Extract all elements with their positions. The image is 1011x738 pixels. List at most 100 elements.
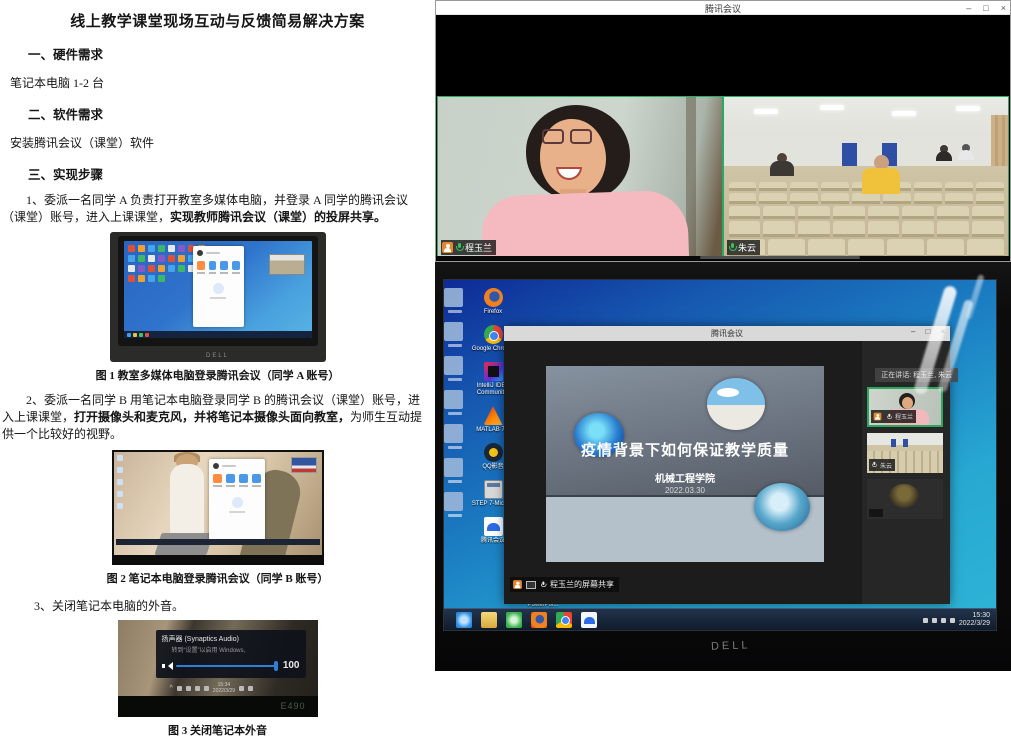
- join-button-icon: [197, 261, 205, 270]
- doc-heading-steps: 三、实现步骤: [28, 164, 435, 183]
- notification-icon[interactable]: [239, 686, 244, 691]
- participant-sweater: [481, 189, 689, 259]
- explorer-folder-icon[interactable]: [481, 612, 497, 628]
- meeting-app-panel: [193, 246, 244, 327]
- slide-date: 2022.03.30: [546, 486, 824, 495]
- horizontal-scrollbar[interactable]: [437, 256, 1009, 260]
- figure2-caption: 图 2 笔记本电脑登录腾讯会议（同学 B 账号）: [0, 570, 435, 586]
- monitor-brand: DELL: [711, 639, 751, 652]
- desktop-icon: [148, 275, 155, 282]
- chrome-taskbar-icon[interactable]: [556, 612, 572, 628]
- network-icon[interactable]: [204, 686, 209, 691]
- desktop-icon: [138, 265, 145, 272]
- video-pane-zhuyun[interactable]: 朱云: [723, 96, 1009, 259]
- window-title: 腾讯会议: [436, 2, 1010, 15]
- laptop-screen: [114, 452, 322, 555]
- internet-explorer-icon[interactable]: [456, 612, 472, 628]
- student-yellow-shirt: [862, 155, 900, 194]
- desktop-icon: [117, 503, 123, 509]
- desktop-icon: [117, 455, 123, 461]
- laptop-bezel: [112, 555, 324, 565]
- tray-icon[interactable]: [932, 618, 937, 623]
- thumbnail-name: 朱云: [880, 461, 892, 470]
- doc-step1: 1、委派一名同学 A 负责打开教室多媒体电脑，并登录 A 同学的腾讯会议（课堂）…: [0, 192, 435, 226]
- mic-on-icon: [728, 243, 736, 253]
- desktop-icon: [138, 255, 145, 262]
- tencent-meeting-window: 腾讯会议 – □ × 程玉兰: [435, 0, 1011, 262]
- participant-nametag: 程玉兰: [441, 240, 496, 255]
- mic-icon: [871, 462, 876, 469]
- scrollbar-thumb[interactable]: [700, 256, 860, 259]
- speaker-muted-icon[interactable]: [162, 662, 171, 670]
- system-tray: ^ 15:342022/3/29: [170, 682, 254, 694]
- desktop-icon: [158, 265, 165, 272]
- action-center-icon[interactable]: [248, 686, 253, 691]
- meeting-taskbar-icon[interactable]: [581, 612, 597, 628]
- tray-chevron-icon[interactable]: ^: [170, 685, 173, 692]
- student-figure: [770, 153, 794, 176]
- minimize-button[interactable]: –: [911, 327, 915, 336]
- maximize-button[interactable]: □: [983, 1, 988, 15]
- desktop-icon-clipped[interactable]: [444, 288, 466, 313]
- video-pane-chengyulan[interactable]: 程玉兰: [437, 96, 723, 259]
- volume-slider-handle[interactable]: [274, 661, 278, 671]
- desktop-icon: [168, 255, 175, 262]
- desktop-icon: [117, 467, 123, 473]
- desktop-icon: [128, 255, 135, 262]
- classroom-ceiling: [724, 97, 1008, 137]
- battery-icon[interactable]: [186, 686, 191, 691]
- shared-slide: 疫情背景下如何保证教学质量 机械工程学院 2022.03.30: [546, 366, 824, 562]
- desktop-icon: [168, 265, 175, 272]
- doc-step2-bold: 打开摄像头和麦克风，并将笔记本摄像头面向教室，: [74, 410, 350, 424]
- tencent-meeting-icon: [484, 517, 503, 536]
- desktop-icon-clipped[interactable]: [444, 390, 466, 415]
- chrome-icon: [484, 325, 503, 344]
- tray-icon[interactable]: [941, 618, 946, 623]
- desktop-icon: [128, 265, 135, 272]
- monitor-screen: [124, 241, 312, 338]
- window-title: 腾讯会议: [504, 328, 950, 339]
- mic-tray-icon[interactable]: [177, 686, 182, 691]
- desktop-icon-firefox[interactable]: Firefox: [470, 288, 516, 316]
- qqplayer-icon: [484, 443, 503, 462]
- video-thumbnail-other[interactable]: [867, 479, 943, 519]
- window-titlebar[interactable]: 腾讯会议 – □ ×: [504, 326, 950, 341]
- screen-share-icon: [526, 581, 536, 589]
- speaker-icon[interactable]: [195, 686, 200, 691]
- host-badge-icon: [442, 242, 453, 253]
- screen-share-label: 程玉兰的屏幕共享: [510, 577, 619, 592]
- video-thumbnail-chengyulan[interactable]: 程玉兰: [867, 387, 943, 427]
- desktop-icon-clipped[interactable]: [444, 492, 466, 517]
- video-thumbnail-zhuyun[interactable]: 朱云: [867, 433, 943, 473]
- glasses-left: [542, 129, 564, 144]
- mic-icon: [886, 413, 891, 420]
- volume-slider[interactable]: [176, 665, 278, 667]
- tray-icon[interactable]: [923, 618, 928, 623]
- minimize-button[interactable]: –: [966, 1, 971, 15]
- doc-step2: 2、委派一名同学 B 用笔记本电脑登录同学 B 的腾讯会议（课堂）账号，进入上课…: [0, 392, 435, 443]
- volume-value: 100: [283, 660, 300, 671]
- desktop-icon: [178, 255, 185, 262]
- desktop-icon-clipped[interactable]: [444, 424, 466, 449]
- participant-name: 朱云: [738, 241, 756, 254]
- matlab-icon: [484, 406, 503, 425]
- photographed-screen: Firefox Google Chrome IntelliJ IDEA Comm…: [443, 279, 997, 631]
- firefox-taskbar-icon[interactable]: [531, 612, 547, 628]
- desktop-icon-clipped[interactable]: [444, 356, 466, 381]
- doc-step1-bold: 实现教师腾讯会议（课堂）的投屏共享。: [170, 210, 386, 224]
- desktop-icon: [138, 275, 145, 282]
- desktop-icon-clipped[interactable]: [444, 322, 466, 347]
- desktop-icon-clipped[interactable]: [444, 458, 466, 483]
- student-figure: [936, 145, 952, 161]
- figure3-caption: 图 3 关闭笔记本外音: [0, 722, 435, 738]
- desktop-icon: [178, 245, 185, 252]
- browser-360-icon[interactable]: [506, 612, 522, 628]
- close-button[interactable]: ×: [1001, 1, 1006, 15]
- host-badge-icon: [874, 413, 882, 421]
- window-titlebar[interactable]: 腾讯会议 – □ ×: [436, 1, 1010, 15]
- audio-device-label: 扬声器 (Synaptics Audio): [162, 634, 300, 644]
- tray-icon[interactable]: [950, 618, 955, 623]
- avatar-emblem: [889, 484, 919, 508]
- participant-name: 程玉兰: [465, 241, 492, 254]
- host-badge-icon: [513, 580, 522, 589]
